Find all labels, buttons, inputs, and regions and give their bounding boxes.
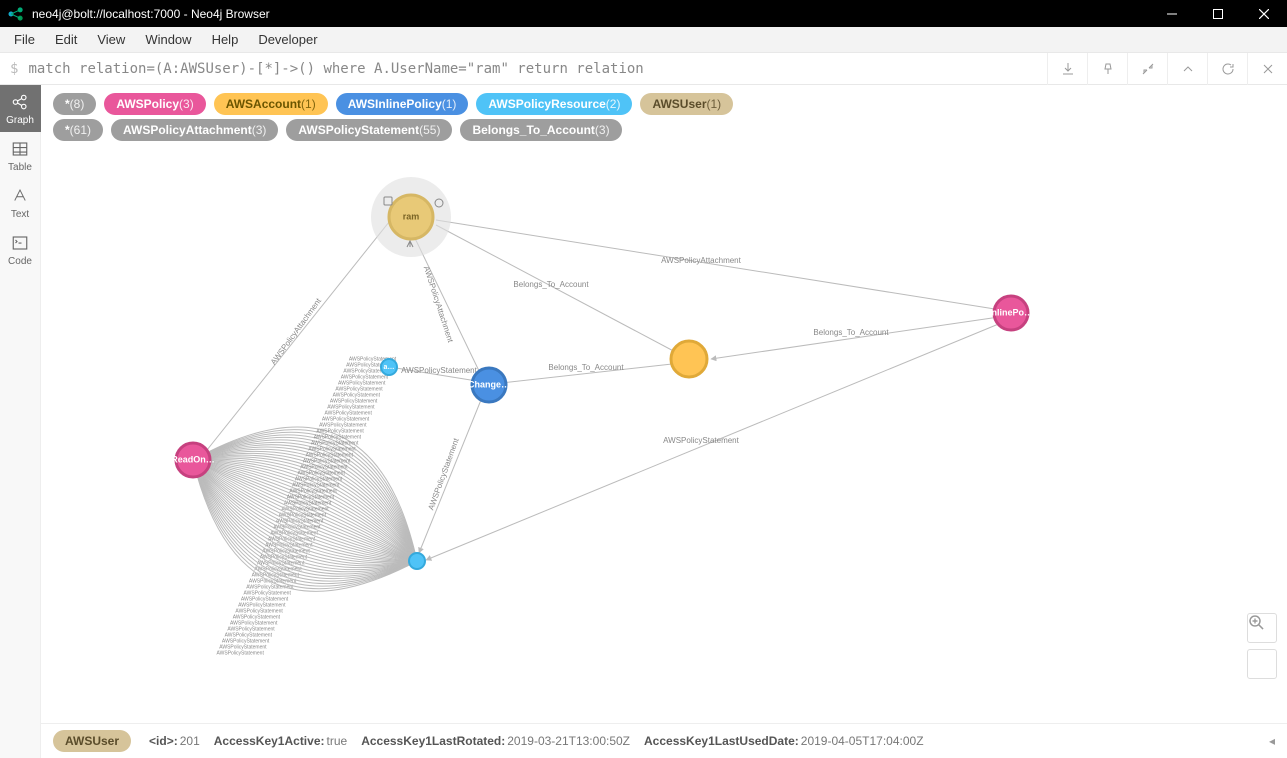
svg-text:ReadOn…: ReadOn…	[171, 454, 215, 464]
inspector-accesskey1lastrotated: AccessKey1LastRotated:2019-03-21T13:00:5…	[361, 734, 630, 748]
close-window-button[interactable]	[1241, 0, 1287, 27]
edge-label: AWSPolicyAttachment	[661, 256, 742, 265]
pin-button[interactable]	[1087, 53, 1127, 85]
view-graph[interactable]: Graph	[0, 85, 41, 132]
svg-text:InlinePo…: InlinePo…	[989, 307, 1033, 317]
node-res2[interactable]	[409, 553, 425, 569]
minimize-button[interactable]	[1149, 0, 1195, 27]
rerun-button[interactable]	[1207, 53, 1247, 85]
editor-prompt: $	[0, 61, 28, 77]
menu-bar: File Edit View Window Help Developer	[0, 27, 1287, 53]
result-content: *(8) AWSPolicy(3) AWSAccount(1) AWSInlin…	[41, 85, 1287, 758]
legend-rel-policyattachment[interactable]: AWSPolicyAttachment(3)	[111, 119, 278, 141]
view-graph-label: Graph	[6, 115, 34, 126]
legend-node-awspolicy[interactable]: AWSPolicy(3)	[104, 93, 205, 115]
menu-help[interactable]: Help	[202, 28, 249, 51]
node-res1[interactable]: a…	[381, 359, 397, 375]
legend-rel-belongstoaccount[interactable]: Belongs_To_Account(3)	[460, 119, 621, 141]
view-text-label: Text	[11, 209, 29, 220]
node-account[interactable]	[671, 341, 707, 377]
zoom-controls	[1247, 613, 1277, 679]
edge-label: AWSPolicyAttachment	[422, 265, 455, 344]
legend-nodes: *(8) AWSPolicy(3) AWSAccount(1) AWSInlin…	[41, 85, 1287, 119]
edge-label: AWSPolicyAttachment	[269, 296, 324, 366]
legend-rel-all[interactable]: *(61)	[53, 119, 103, 141]
inspector-id: <id>:201	[149, 734, 200, 748]
view-code[interactable]: Code	[0, 226, 41, 273]
menu-window[interactable]: Window	[135, 28, 201, 51]
edge-label: Belongs_To_Account	[813, 328, 889, 337]
edge-label: Belongs_To_Account	[548, 363, 624, 372]
maximize-button[interactable]	[1195, 0, 1241, 27]
menu-edit[interactable]: Edit	[45, 28, 87, 51]
inspector-expand-icon[interactable]: ◂	[1269, 734, 1275, 748]
query-editor-row: $ match relation=(A:AWSUser)-[*]->() whe…	[0, 53, 1287, 85]
svg-text:AWSPolicyStatement: AWSPolicyStatement	[217, 651, 265, 657]
edge-label: Belongs_To_Account	[513, 280, 589, 289]
inspector-accesskey1lastuseddate: AccessKey1LastUsedDate:2019-04-05T17:04:…	[644, 734, 924, 748]
svg-text:a…: a…	[384, 364, 395, 371]
close-result-button[interactable]	[1247, 53, 1287, 85]
inspector-type-pill[interactable]: AWSUser	[53, 730, 131, 752]
view-code-label: Code	[8, 256, 32, 267]
graph-canvas[interactable]: AWSPolicyAttachment Belongs_To_Account B…	[41, 145, 1287, 723]
edge-label: AWSPolicyStatement	[426, 436, 461, 511]
window-title: neo4j@bolt://localhost:7000 - Neo4j Brow…	[32, 7, 270, 21]
edge-label: AWSPolicyStatement	[663, 436, 740, 445]
result-view-sidebar: Graph Table Text Code	[0, 85, 41, 758]
inspector-accesskey1active: AccessKey1Active:true	[214, 734, 347, 748]
legend-node-awsinlinepolicy[interactable]: AWSInlinePolicy(1)	[336, 93, 469, 115]
app-icon	[6, 4, 26, 24]
legend-node-all[interactable]: *(8)	[53, 93, 96, 115]
node-ram[interactable]: ram	[371, 177, 451, 257]
menu-developer[interactable]: Developer	[248, 28, 327, 51]
view-table[interactable]: Table	[0, 132, 41, 179]
policy-statement-fan: AWSPolicyStatementAWSPolicyStatementAWSP…	[193, 357, 417, 657]
legend-rel-policystatement[interactable]: AWSPolicyStatement(55)	[286, 119, 452, 141]
legend-node-awsuser[interactable]: AWSUser(1)	[640, 93, 733, 115]
zoom-out-button[interactable]	[1247, 649, 1277, 679]
node-inspector: AWSUser <id>:201 AccessKey1Active:true A…	[41, 723, 1287, 758]
collapse-button[interactable]	[1127, 53, 1167, 85]
edge-label: AWSPolicyStatement	[401, 366, 478, 375]
legend-rels: *(61) AWSPolicyAttachment(3) AWSPolicySt…	[41, 119, 1287, 145]
window-titlebar: neo4j@bolt://localhost:7000 - Neo4j Brow…	[0, 0, 1287, 27]
menu-file[interactable]: File	[4, 28, 45, 51]
view-text[interactable]: Text	[0, 179, 41, 226]
menu-view[interactable]: View	[87, 28, 135, 51]
svg-text:ram: ram	[403, 211, 420, 221]
expand-up-button[interactable]	[1167, 53, 1207, 85]
legend-node-awsaccount[interactable]: AWSAccount(1)	[214, 93, 328, 115]
view-table-label: Table	[8, 162, 32, 173]
svg-text:Change…: Change…	[468, 379, 510, 389]
query-input[interactable]: match relation=(A:AWSUser)-[*]->() where…	[28, 61, 1047, 77]
download-button[interactable]	[1047, 53, 1087, 85]
editor-actions	[1047, 53, 1287, 85]
legend-node-awspolicyresource[interactable]: AWSPolicyResource(2)	[476, 93, 632, 115]
